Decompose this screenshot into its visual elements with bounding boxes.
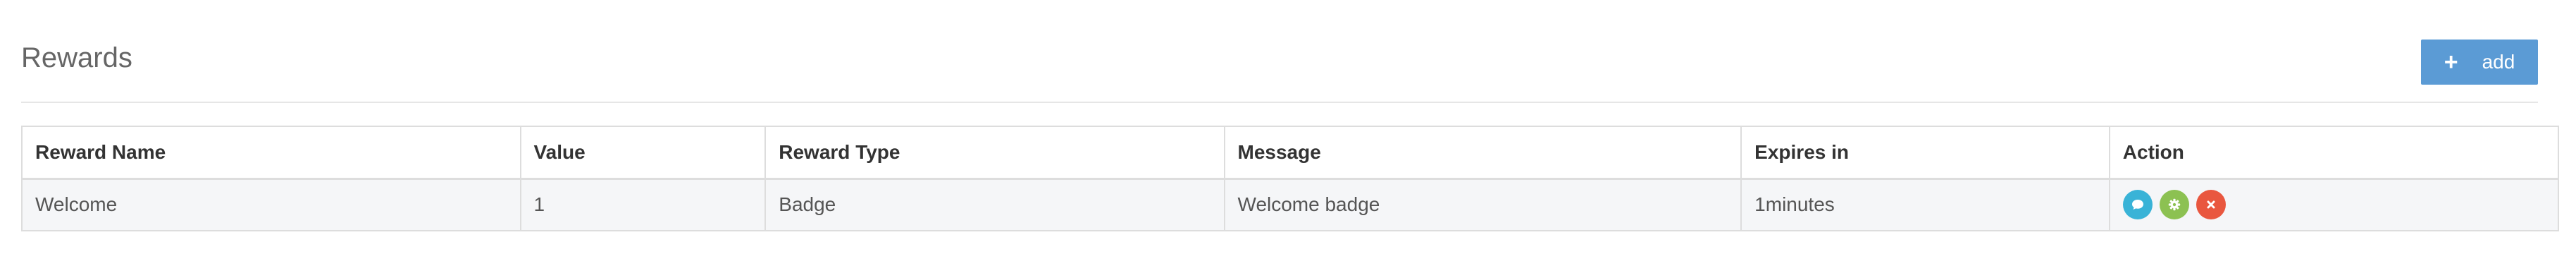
page-title: Rewards [21, 42, 132, 73]
rewards-table: Reward Name Value Reward Type Message Ex… [21, 126, 2560, 231]
column-header-expires-in: Expires in [1740, 126, 2110, 180]
column-header-message: Message [1223, 126, 1742, 180]
cell-value: 1 [519, 178, 767, 231]
cell-actions [2108, 178, 2560, 231]
message-button[interactable] [2122, 190, 2153, 220]
delete-button[interactable] [2196, 190, 2226, 220]
rewards-page: Rewards + add Reward Name Value Reward T… [0, 0, 2576, 254]
close-icon [2207, 200, 2215, 209]
header-divider [21, 102, 2538, 103]
column-header-value: Value [519, 126, 767, 180]
message-icon [2131, 200, 2143, 210]
column-header-reward-type: Reward Type [764, 126, 1225, 180]
cell-message: Welcome badge [1223, 178, 1742, 231]
plus-icon: + [2444, 49, 2458, 75]
gear-icon [2168, 199, 2180, 211]
cell-reward-type: Badge [764, 178, 1225, 231]
add-button[interactable]: + add [2421, 40, 2538, 85]
cell-reward-name: Welcome [21, 178, 521, 231]
cell-expires-in: 1minutes [1740, 178, 2110, 231]
column-header-reward-name: Reward Name [21, 126, 521, 180]
add-button-label: add [2482, 51, 2515, 73]
settings-button[interactable] [2159, 190, 2189, 220]
table-header-row: Reward Name Value Reward Type Message Ex… [21, 126, 2560, 180]
row-actions [2122, 190, 2545, 220]
table-row: Welcome 1 Badge Welcome badge 1minutes [21, 178, 2560, 231]
column-header-action: Action [2108, 126, 2560, 180]
